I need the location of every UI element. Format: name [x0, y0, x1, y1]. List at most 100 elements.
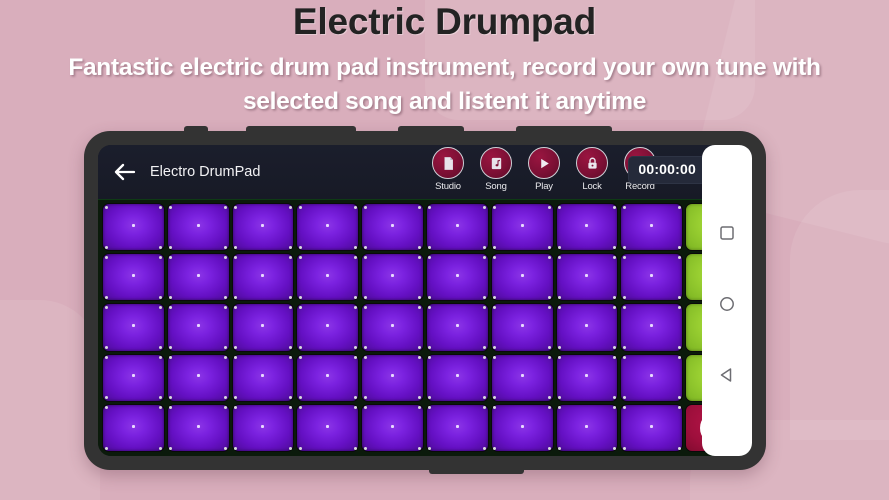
pad-corner-dot: [612, 305, 616, 309]
pad-corner-dot: [104, 356, 108, 360]
purple-pad[interactable]: [231, 303, 295, 352]
pad-corner-dot: [159, 205, 163, 209]
purple-pad[interactable]: [555, 403, 619, 453]
pad-corner-dot: [558, 205, 562, 209]
pad-corner-dot: [363, 346, 367, 350]
purple-pad[interactable]: [102, 403, 165, 453]
purple-pad[interactable]: [555, 253, 619, 302]
pad-corner-dot: [159, 396, 163, 400]
pad-corner-dot: [104, 446, 108, 450]
music-note-icon: [491, 157, 501, 169]
purple-pad[interactable]: [620, 203, 684, 252]
pad-corner-dot: [169, 205, 173, 209]
purple-pad[interactable]: [361, 353, 424, 402]
purple-pad[interactable]: [361, 303, 424, 352]
purple-pad[interactable]: [296, 353, 360, 402]
pad-corner-dot: [224, 255, 228, 259]
purple-pad[interactable]: [231, 353, 295, 402]
toolbar-button-lock[interactable]: Lock: [572, 147, 612, 192]
purple-pad[interactable]: [102, 303, 165, 352]
pad-corner-dot: [483, 446, 487, 450]
pad-corner-dot: [298, 406, 302, 410]
pad-corner-dot: [622, 245, 626, 249]
purple-pad[interactable]: [490, 253, 554, 302]
pad-corner-dot: [224, 305, 228, 309]
toolbar-button-song[interactable]: Song: [476, 147, 516, 192]
pad-corner-dot: [558, 396, 562, 400]
pad-corner-dot: [363, 406, 367, 410]
pad-row: [102, 353, 748, 402]
pad-corner-dot: [298, 396, 302, 400]
pad-corner-dot: [418, 396, 422, 400]
purple-pad[interactable]: [555, 303, 619, 352]
pad-corner-dot: [677, 305, 681, 309]
purple-pad[interactable]: [166, 403, 230, 453]
pad-corner-dot: [548, 305, 552, 309]
purple-pad[interactable]: [425, 253, 489, 302]
purple-pad[interactable]: [620, 353, 684, 402]
pad-corner-dot: [169, 295, 173, 299]
purple-pad[interactable]: [620, 303, 684, 352]
pad-corner-dot: [428, 396, 432, 400]
purple-pad[interactable]: [425, 303, 489, 352]
back-arrow-icon[interactable]: [112, 159, 138, 185]
toolbar-button-studio[interactable]: Studio: [428, 147, 468, 192]
purple-pad[interactable]: [361, 403, 424, 453]
drum-pad-grid: [98, 200, 752, 456]
toolbar-button-play[interactable]: Play: [524, 147, 564, 192]
pad-corner-dot: [483, 396, 487, 400]
pad-corner-dot: [363, 305, 367, 309]
purple-pad[interactable]: [166, 253, 230, 302]
purple-pad[interactable]: [296, 403, 360, 453]
purple-pad[interactable]: [425, 203, 489, 252]
purple-pad[interactable]: [102, 253, 165, 302]
purple-pad[interactable]: [166, 303, 230, 352]
purple-pad[interactable]: [620, 253, 684, 302]
pad-corner-dot: [677, 396, 681, 400]
purple-pad[interactable]: [231, 203, 295, 252]
pad-corner-dot: [493, 356, 497, 360]
purple-pad[interactable]: [425, 403, 489, 453]
pad-corner-dot: [418, 305, 422, 309]
pad-corner-dot: [288, 346, 292, 350]
purple-pad[interactable]: [231, 253, 295, 302]
purple-pad[interactable]: [490, 303, 554, 352]
purple-pad[interactable]: [555, 353, 619, 402]
home-circle-icon[interactable]: [718, 295, 736, 313]
pad-corner-dot: [288, 205, 292, 209]
purple-pad[interactable]: [296, 203, 360, 252]
purple-pad[interactable]: [231, 403, 295, 453]
pad-corner-dot: [677, 245, 681, 249]
pad-corner-dot: [234, 396, 238, 400]
purple-pad[interactable]: [490, 353, 554, 402]
pad-corner-dot: [298, 255, 302, 259]
document-icon: [443, 156, 453, 170]
pad-corner-dot: [677, 346, 681, 350]
pad-corner-dot: [612, 446, 616, 450]
purple-pad[interactable]: [490, 203, 554, 252]
purple-pad[interactable]: [490, 403, 554, 453]
purple-pad[interactable]: [555, 203, 619, 252]
pad-corner-dot: [169, 406, 173, 410]
purple-pad[interactable]: [296, 253, 360, 302]
purple-pad[interactable]: [361, 253, 424, 302]
pad-corner-dot: [298, 205, 302, 209]
purple-pad[interactable]: [425, 353, 489, 402]
purple-pad[interactable]: [361, 203, 424, 252]
purple-pad[interactable]: [102, 203, 165, 252]
purple-pad[interactable]: [166, 353, 230, 402]
phone-bottom-notch: [429, 469, 524, 474]
pad-corner-dot: [234, 295, 238, 299]
back-triangle-icon[interactable]: [718, 366, 736, 384]
phone-bump: [398, 126, 464, 132]
purple-pad[interactable]: [166, 203, 230, 252]
lock-icon: [587, 157, 597, 169]
pad-corner-dot: [483, 356, 487, 360]
pad-corner-dot: [428, 255, 432, 259]
purple-pad[interactable]: [620, 403, 684, 453]
purple-pad[interactable]: [102, 353, 165, 402]
pad-corner-dot: [548, 245, 552, 249]
pad-corner-dot: [622, 406, 626, 410]
recents-square-icon[interactable]: [718, 224, 736, 242]
purple-pad[interactable]: [296, 303, 360, 352]
